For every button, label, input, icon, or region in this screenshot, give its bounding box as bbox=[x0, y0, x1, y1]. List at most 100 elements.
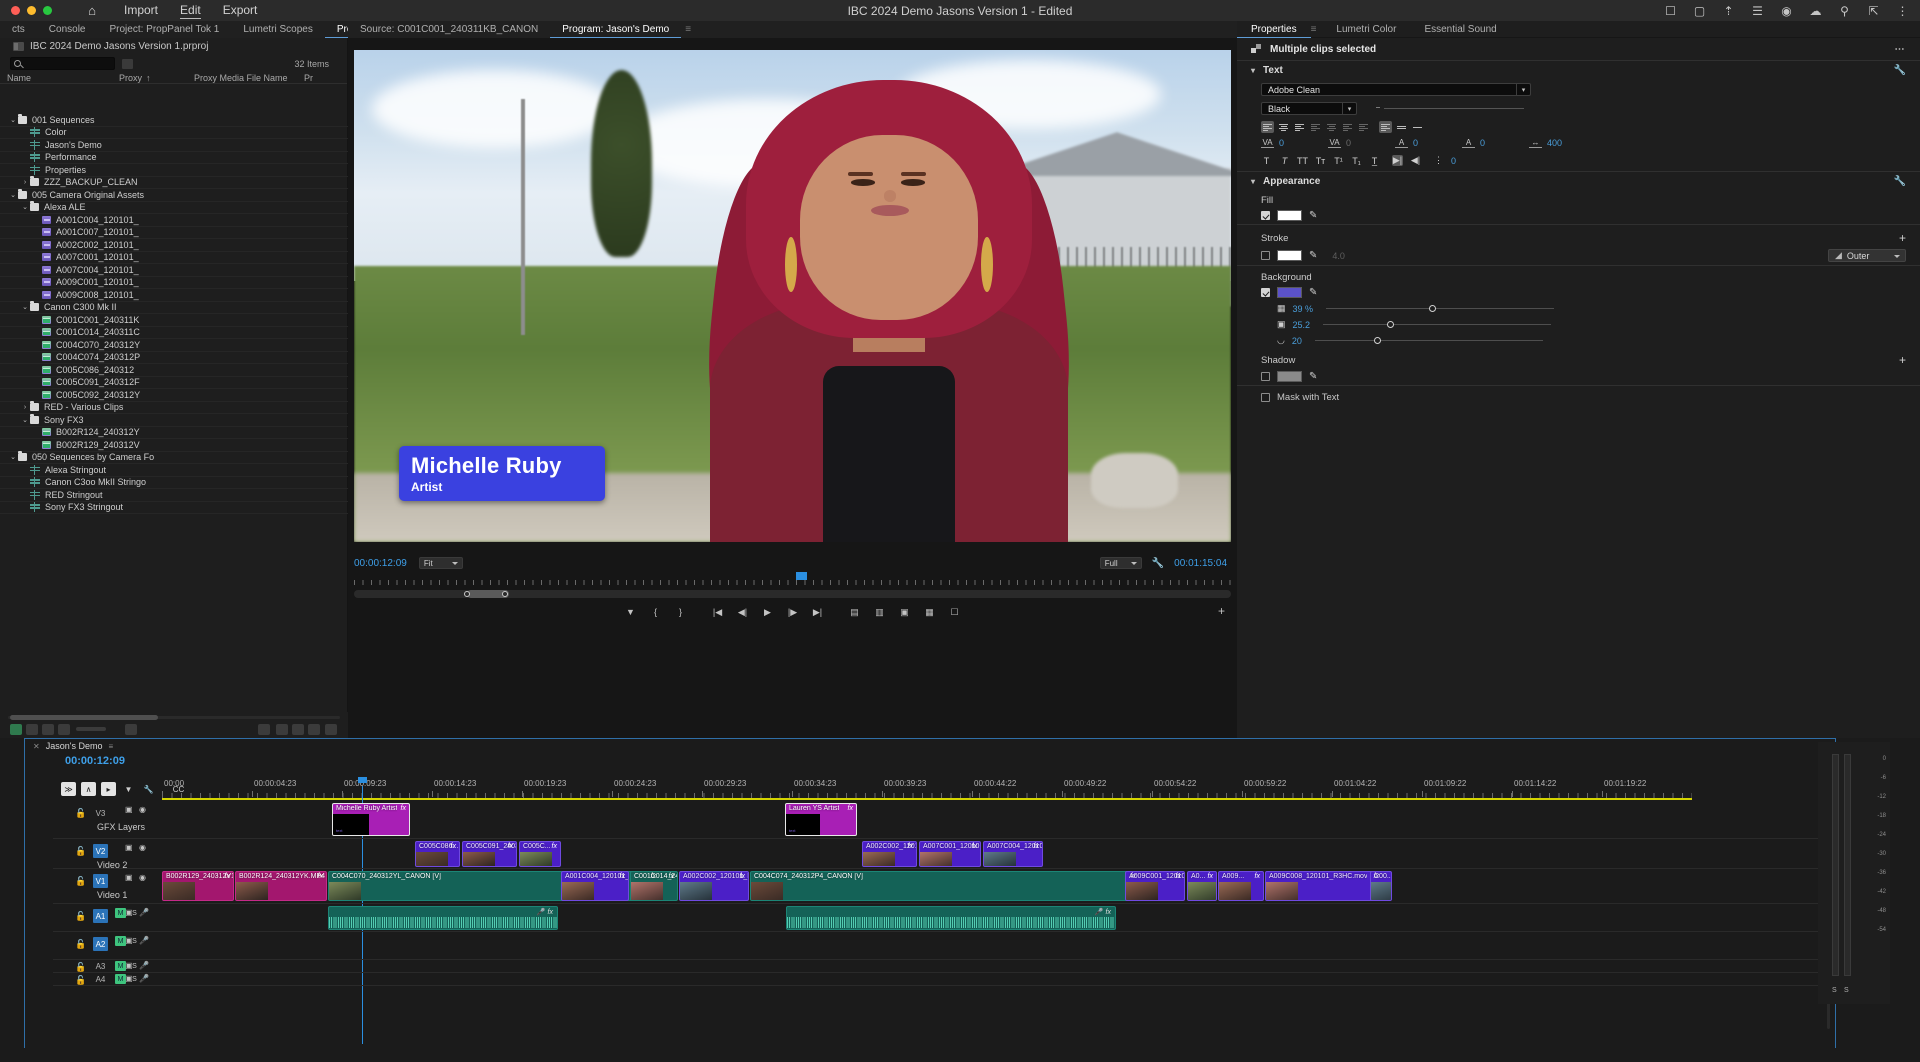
faux-bold-icon[interactable]: T bbox=[1261, 156, 1272, 166]
stroke-checkbox[interactable] bbox=[1261, 251, 1270, 260]
baseline-shift-group[interactable]: A 0 bbox=[1462, 138, 1525, 148]
close-icon[interactable]: ✕ bbox=[33, 742, 40, 751]
eyedropper-icon[interactable]: ✎ bbox=[1309, 371, 1317, 382]
tab-essential-sound[interactable]: Essential Sound bbox=[1410, 21, 1510, 38]
lock-icon[interactable]: 🔓 bbox=[75, 911, 86, 922]
maximize-window-button[interactable] bbox=[43, 6, 52, 15]
find-icon[interactable] bbox=[276, 724, 288, 735]
button-editor-icon[interactable]: + bbox=[1218, 604, 1225, 618]
timeline-clip-v1[interactable]: C004C074_240312P4_CANON [V] fx bbox=[750, 871, 1140, 901]
project-tree-row[interactable]: B002R129_240312V bbox=[0, 439, 348, 452]
tab-properties[interactable]: Properties bbox=[1237, 21, 1311, 38]
workspace-icon[interactable]: ☐ bbox=[1663, 4, 1678, 18]
tracking-value[interactable]: 0 bbox=[1279, 138, 1284, 148]
track-a2-number[interactable]: A2 bbox=[93, 937, 108, 951]
project-hscrollbar[interactable] bbox=[8, 715, 340, 720]
background-size-value[interactable]: 25.2 bbox=[1293, 320, 1311, 330]
timeline-settings-wrench-icon[interactable]: 🔧 bbox=[141, 782, 156, 796]
timeline-audio-clip[interactable]: 🎤 fx bbox=[786, 906, 1116, 930]
tracking-group[interactable]: VA 0 bbox=[1261, 138, 1324, 148]
project-tree-row[interactable]: A007C001_120101_ bbox=[0, 252, 348, 264]
timeline-clip-v1[interactable]: A0... fx bbox=[1187, 871, 1217, 901]
track-targeting-icon[interactable]: ▣ bbox=[125, 843, 133, 852]
linked-selection-toggle[interactable]: ▸ bbox=[101, 782, 116, 796]
justify-right-button[interactable] bbox=[1341, 121, 1354, 133]
step-back-icon[interactable]: ◀| bbox=[737, 606, 749, 618]
avatar[interactable]: ◉ bbox=[1779, 4, 1794, 18]
leading-value[interactable]: 0 bbox=[1413, 138, 1418, 148]
close-window-button[interactable] bbox=[11, 6, 20, 15]
project-tree-row[interactable]: Color bbox=[0, 127, 348, 139]
track-v1-number[interactable]: V1 bbox=[93, 874, 108, 888]
project-tree-row[interactable]: ⌄ Canon C300 Mk II bbox=[0, 301, 348, 314]
go-to-in-icon[interactable]: |◀ bbox=[712, 606, 724, 618]
align-right-button[interactable] bbox=[1293, 121, 1306, 133]
timeline-clip-v2[interactable]: C005C086... fx bbox=[415, 841, 460, 867]
add-marker-icon[interactable]: ▼ bbox=[625, 606, 637, 618]
column-proxy-media-file-name[interactable]: Proxy Media File Name bbox=[194, 73, 304, 83]
monitor-zoom-scrollbar[interactable] bbox=[354, 590, 1231, 598]
lift-icon[interactable]: ▤ bbox=[849, 606, 861, 618]
project-tree-row[interactable]: C004C074_240312P bbox=[0, 352, 348, 364]
timeline-playhead[interactable] bbox=[358, 777, 367, 786]
menu-list-icon[interactable]: ☰ bbox=[1750, 4, 1765, 18]
appearance-section-header[interactable]: ▾ Appearance 🔧 bbox=[1237, 172, 1920, 191]
lock-icon[interactable]: 🔓 bbox=[75, 808, 86, 819]
project-tree-row[interactable]: ⌄ Sony FX3 bbox=[0, 413, 348, 427]
track-a4-number[interactable]: A4 bbox=[93, 974, 108, 985]
project-tree-row[interactable]: C005C091_240312F bbox=[0, 377, 348, 389]
align-left-button[interactable] bbox=[1261, 121, 1274, 133]
mute-button[interactable]: M bbox=[115, 961, 126, 971]
shadow-checkbox[interactable] bbox=[1261, 372, 1270, 381]
project-tree-row[interactable]: ⌄ 050 Sequences by Camera Fo bbox=[0, 451, 348, 464]
justify-all-button[interactable] bbox=[1357, 121, 1370, 133]
properties-panel-menu-icon[interactable]: ≡ bbox=[1311, 24, 1317, 35]
freeform-view-icon[interactable] bbox=[58, 724, 70, 735]
timeline-clip-v2[interactable]: A007C004_120101_R...fx bbox=[983, 841, 1043, 867]
disclosure-triangle-icon[interactable]: ⌄ bbox=[8, 191, 18, 199]
project-tree-row[interactable]: Canon C3oo MkII Stringo bbox=[0, 477, 348, 489]
timeline-clip-v1[interactable]: B002R124_240312YK.MP4 fx bbox=[235, 871, 327, 901]
eyedropper-icon[interactable]: ✎ bbox=[1309, 210, 1317, 221]
chevron-down-icon[interactable]: ▾ bbox=[1342, 103, 1356, 114]
more-options-icon[interactable]: ⋯ bbox=[1895, 44, 1907, 55]
project-tree-row[interactable]: Sony FX3 Stringout bbox=[0, 502, 348, 514]
new-item-icon[interactable] bbox=[10, 724, 22, 735]
project-tree-row[interactable]: Jason's Demo bbox=[0, 139, 348, 152]
timeline-clip-v2[interactable]: C005C... fx bbox=[519, 841, 561, 867]
nested-sequence-toggle[interactable]: ≫ bbox=[61, 782, 76, 796]
kerning-value[interactable]: 0 bbox=[1346, 138, 1351, 148]
eye-icon[interactable]: ◉ bbox=[139, 843, 146, 852]
faux-italic-icon[interactable]: T bbox=[1279, 156, 1290, 166]
tab-cts[interactable]: cts bbox=[0, 21, 37, 38]
search-icon[interactable]: ⚲ bbox=[1837, 4, 1852, 18]
project-tree-row[interactable]: C004C070_240312Y bbox=[0, 339, 348, 352]
project-tree-row[interactable]: A009C001_120101_ bbox=[0, 277, 348, 289]
lock-icon[interactable]: 🔓 bbox=[75, 846, 86, 857]
text-direction-ltr-icon[interactable]: ▶| bbox=[1392, 155, 1403, 166]
monitor-playhead[interactable] bbox=[796, 572, 807, 585]
project-tree-row[interactable]: ⌄ Alexa ALE bbox=[0, 201, 348, 214]
track-targeting-icon[interactable]: ▣ bbox=[125, 873, 133, 882]
font-size-slider[interactable] bbox=[1376, 104, 1524, 113]
minimize-window-button[interactable] bbox=[27, 6, 36, 15]
shadow-color-swatch[interactable] bbox=[1277, 371, 1302, 382]
track-v1-clips[interactable]: B002R129_240312V1.MP4fxB002R124_240312YK… bbox=[162, 869, 1837, 903]
lock-icon[interactable]: 🔓 bbox=[75, 876, 86, 887]
tab-lumetri-scopes[interactable]: Lumetri Scopes bbox=[231, 21, 324, 38]
track-a1-number[interactable]: A1 bbox=[93, 909, 108, 923]
fullscreen-icon[interactable]: ▢ bbox=[1692, 4, 1707, 18]
text-section-header[interactable]: ▾ Text 🔧 bbox=[1237, 61, 1920, 80]
disclosure-triangle-icon[interactable]: ⌄ bbox=[8, 116, 18, 124]
background-corner-slider[interactable] bbox=[1314, 336, 1543, 345]
timeline-clip-v1[interactable]: B002R129_240312V1.MP4fx bbox=[162, 871, 234, 901]
microphone-icon[interactable]: 🎤 bbox=[139, 974, 149, 983]
project-tree-row[interactable]: Alexa Stringout bbox=[0, 464, 348, 477]
eyedropper-icon[interactable]: ✎ bbox=[1309, 287, 1317, 298]
text-width-group[interactable]: ↔ 400 bbox=[1529, 138, 1599, 148]
column-pr[interactable]: Pr bbox=[304, 73, 344, 83]
distribute-value[interactable]: 0 bbox=[1451, 156, 1456, 166]
mark-in-icon[interactable]: { bbox=[650, 606, 662, 618]
search-input[interactable] bbox=[26, 58, 112, 69]
expand-icon[interactable]: ⇱ bbox=[1866, 4, 1881, 18]
